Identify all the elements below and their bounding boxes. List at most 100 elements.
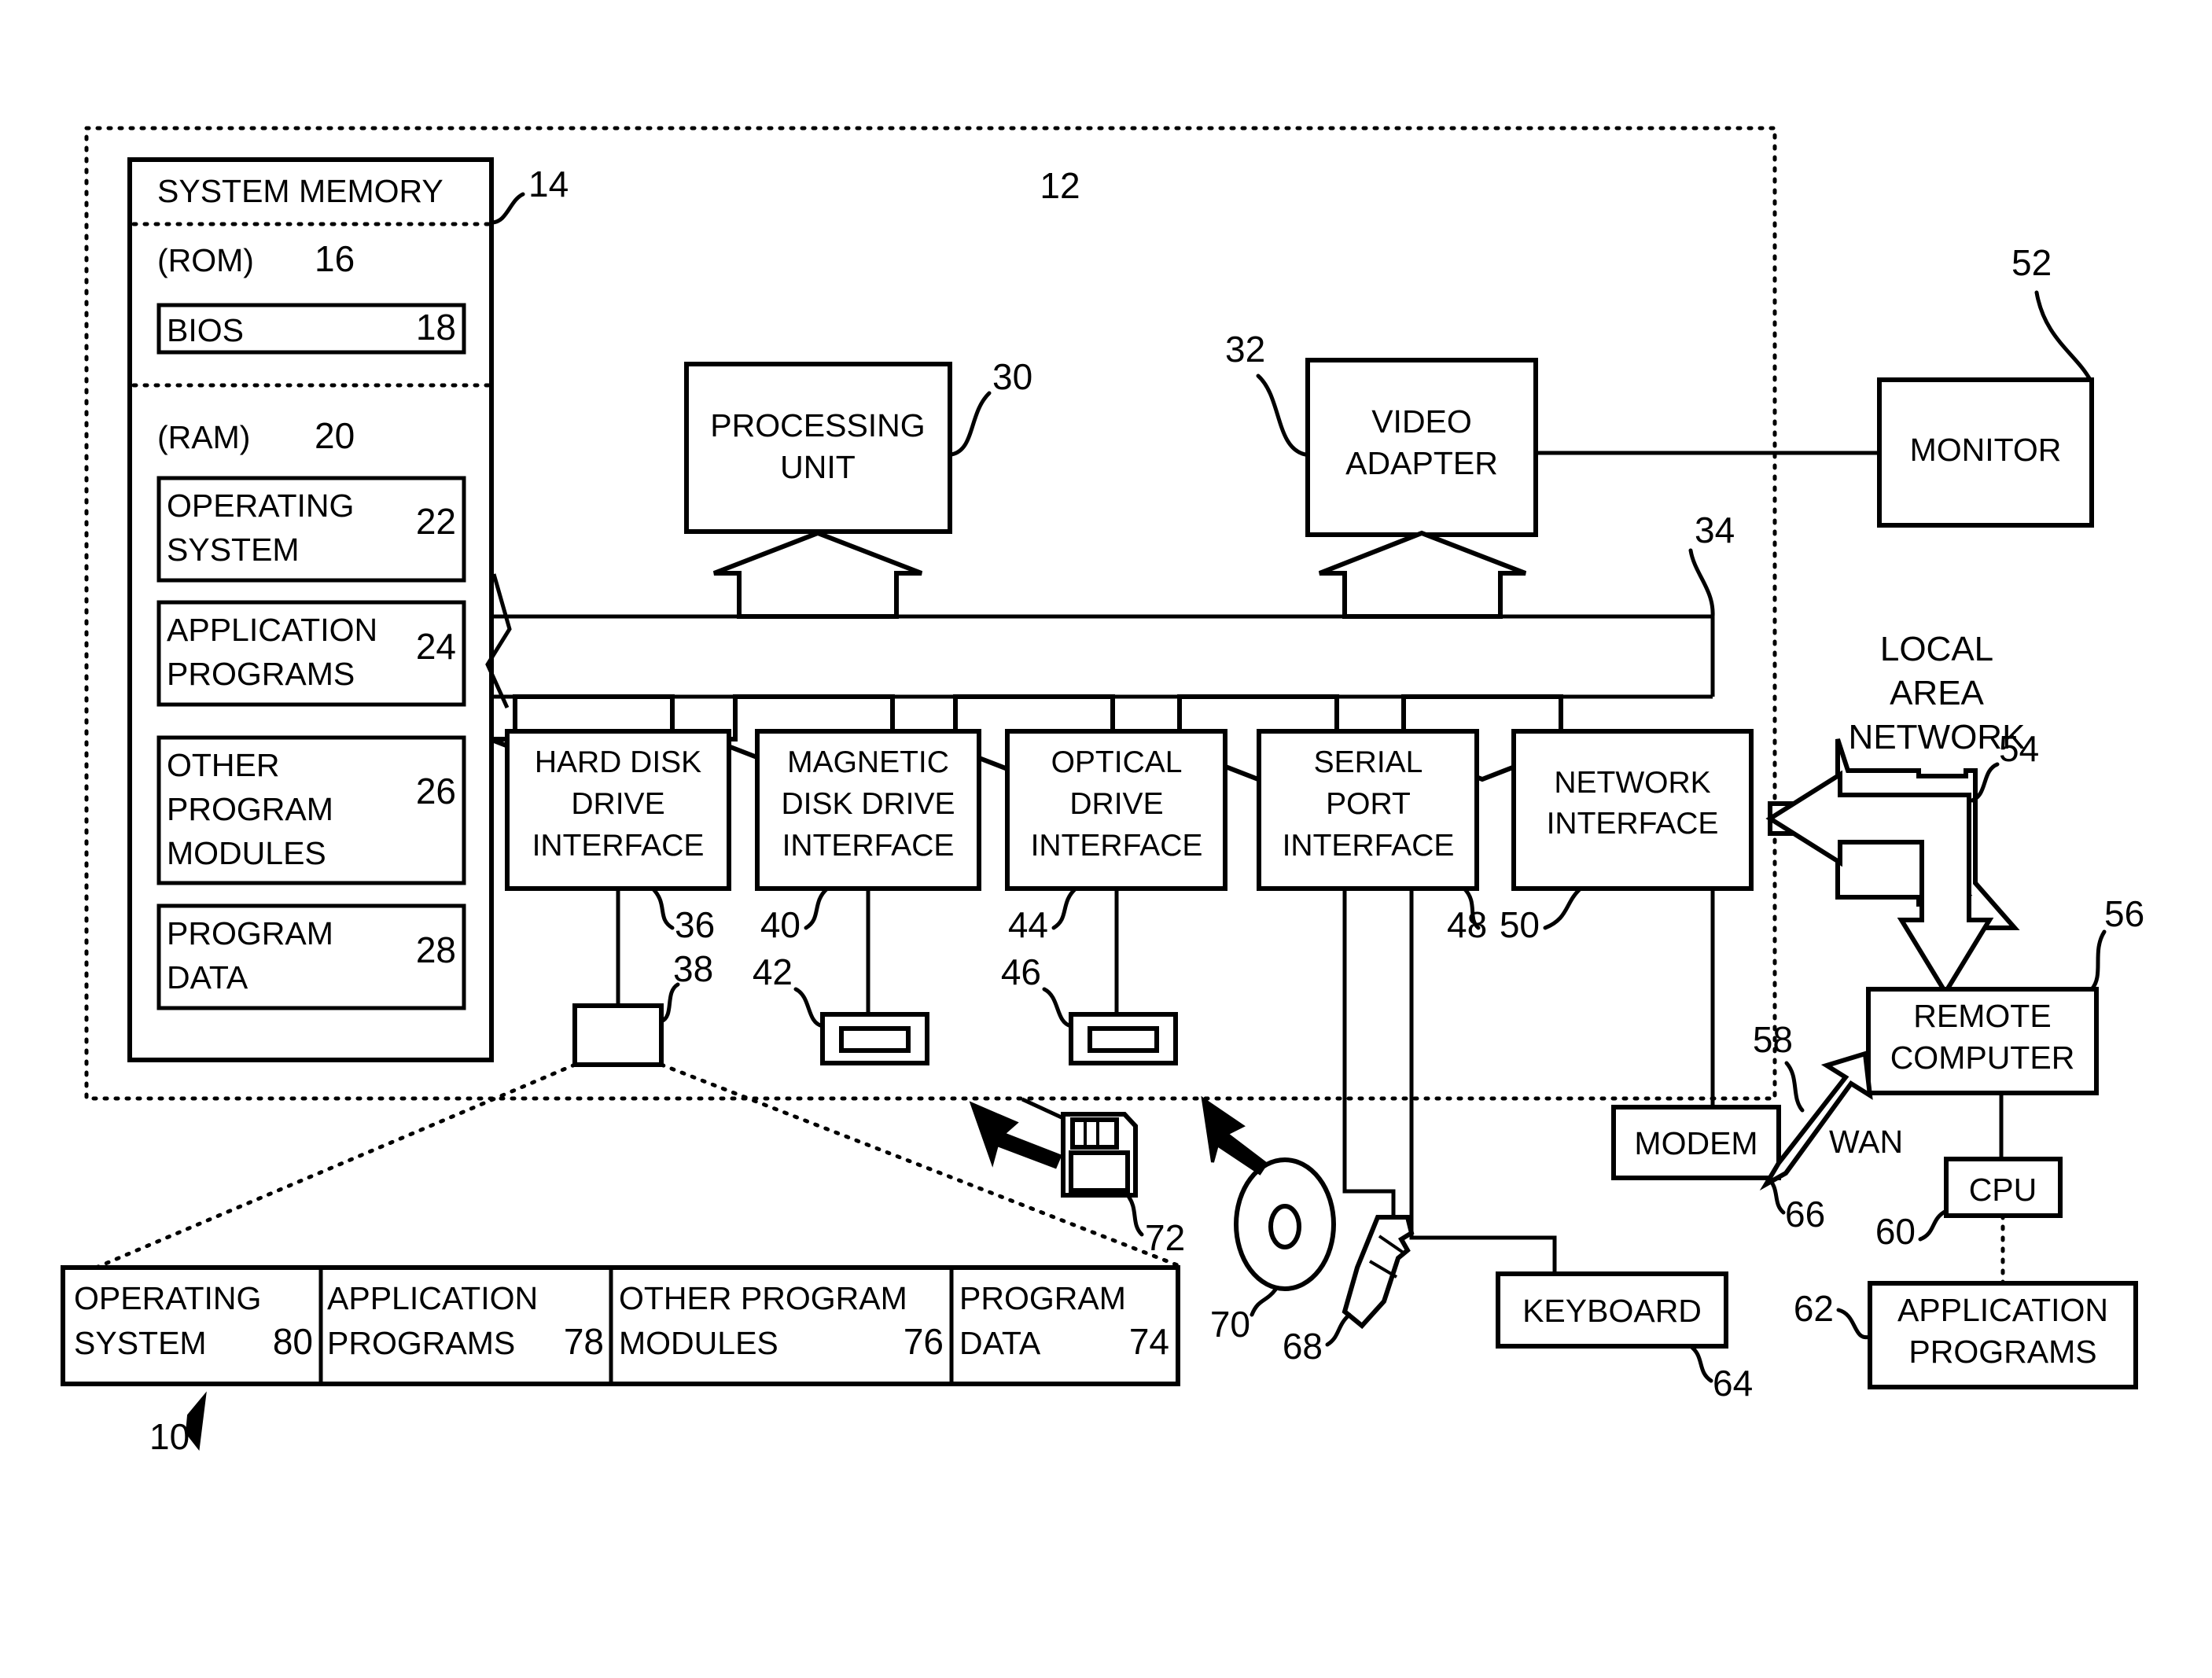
- leader-video-adapter: [1256, 374, 1308, 457]
- remote-computer-line2: COMPUTER: [1890, 1040, 2075, 1076]
- leader-processing-unit: [949, 391, 992, 457]
- memory-block-pd-ref: 28: [416, 929, 456, 970]
- system-memory-title: SYSTEM MEMORY: [157, 173, 444, 209]
- ref-fdd-interface: 40: [760, 904, 801, 945]
- wire-serial-to-mouse: [1342, 889, 1396, 1219]
- ref-magnetic-disk-drive: 42: [753, 951, 793, 992]
- hdd-interface-line1: HARD DISK: [535, 745, 701, 779]
- hdd-interface-line2: DRIVE: [571, 787, 664, 821]
- ref-bus: 34: [1695, 510, 1735, 550]
- floppy-disk-icon: [1061, 1112, 1138, 1198]
- remote-apps-line1: APPLICATION: [1897, 1292, 2108, 1328]
- ref-floppy-disk: 72: [1145, 1217, 1185, 1258]
- fdd-interface-line1: MAGNETIC: [787, 745, 949, 779]
- patent-figure-canvas: SYSTEM MEMORY (ROM) 16 BIOS 18 (RAM) 20 …: [0, 0, 2212, 1678]
- callout-line-left: [92, 1062, 577, 1271]
- ref-serial-interface: 48: [1447, 904, 1487, 945]
- storage-cell-opm-line1: OTHER PROGRAM: [619, 1280, 907, 1316]
- storage-cell-opm-ref: 76: [904, 1321, 944, 1362]
- memory-block-pd-line2: DATA: [167, 959, 248, 995]
- ref-hard-disk-drive: 38: [673, 948, 713, 989]
- lan-label-line1: LOCAL: [1880, 630, 1993, 668]
- leader-system-memory: [489, 192, 525, 225]
- memory-block-opm-line2: PROGRAM: [167, 791, 333, 827]
- video-adapter-line1: VIDEO: [1371, 403, 1472, 440]
- wire-network-to-modem: [1698, 889, 1715, 1109]
- leader-fdd-interface: [804, 886, 830, 930]
- ref-monitor: 52: [2011, 242, 2052, 283]
- arrow-floppy-to-drive: [969, 1101, 1062, 1169]
- ref-processing-unit: 30: [992, 356, 1032, 397]
- optical-drive-slot: [1088, 1026, 1159, 1053]
- ram-label: (RAM): [157, 419, 250, 455]
- memory-block-opm-line3: MODULES: [167, 835, 326, 871]
- video-adapter-line2: ADAPTER: [1345, 445, 1498, 481]
- fdd-interface-line3: INTERFACE: [782, 829, 955, 863]
- ref-video-adapter: 32: [1225, 329, 1265, 370]
- processing-unit-box: [684, 362, 952, 534]
- processing-unit-line2: UNIT: [780, 449, 856, 485]
- ref-network-interface: 50: [1500, 904, 1540, 945]
- memory-block-os-line1: OPERATING: [167, 488, 354, 524]
- memory-block-app-line2: PROGRAMS: [167, 656, 355, 692]
- leader-floppy-disk: [1125, 1193, 1144, 1237]
- memory-block-os-line2: SYSTEM: [167, 532, 300, 568]
- serial-interface-line2: PORT: [1326, 787, 1411, 821]
- memory-block-app-ref: 24: [416, 626, 456, 667]
- leader-cpu: [1918, 1209, 1949, 1242]
- leader-network-interface: [1543, 886, 1583, 930]
- ram-ref: 20: [315, 415, 355, 456]
- leader-bus: [1688, 548, 1715, 619]
- storage-cell-pd-line2: DATA: [959, 1325, 1041, 1361]
- mouse-icon: [1342, 1215, 1415, 1330]
- leader-monitor: [2034, 290, 2092, 382]
- figure-svg: SYSTEM MEMORY (ROM) 16 BIOS 18 (RAM) 20 …: [61, 126, 2144, 1457]
- ref-remote-computer: 56: [2104, 893, 2144, 934]
- bios-label: BIOS: [167, 312, 244, 348]
- ref-modem: 66: [1785, 1194, 1825, 1235]
- optical-disc-hole: [1268, 1204, 1301, 1249]
- fdd-interface-line2: DISK DRIVE: [781, 787, 955, 821]
- serial-interface-line3: INTERFACE: [1283, 829, 1455, 863]
- ref-system: 10: [149, 1416, 190, 1457]
- memory-block-pd-line1: PROGRAM: [167, 915, 333, 951]
- storage-cell-os-line1: OPERATING: [74, 1280, 261, 1316]
- hard-disk-drive-icon: [572, 1003, 664, 1067]
- leader-hard-disk-drive: [659, 982, 680, 1024]
- storage-cell-app-line2: PROGRAMS: [327, 1325, 515, 1361]
- network-interface-line2: INTERFACE: [1547, 807, 1719, 841]
- bios-ref: 18: [416, 307, 456, 348]
- bus-arrow-to-video-adapter: [1318, 530, 1527, 619]
- memory-block-opm-ref: 26: [416, 771, 456, 811]
- leader-optical-disc: [1250, 1287, 1278, 1317]
- leader-mouse: [1325, 1312, 1352, 1347]
- wire-serial-to-keyboard: [1409, 889, 1557, 1274]
- ref-hdd-interface: 36: [675, 904, 715, 945]
- network-interface-line1: NETWORK: [1554, 766, 1710, 800]
- leader-wan: [1784, 1061, 1805, 1113]
- ref-cpu: 60: [1875, 1211, 1916, 1252]
- storage-cell-pd-ref: 74: [1129, 1321, 1169, 1362]
- ref-lan: 54: [1999, 728, 2039, 769]
- ref-remote-apps: 62: [1794, 1288, 1834, 1329]
- rom-label: (ROM): [157, 242, 254, 278]
- ref-keyboard: 64: [1713, 1363, 1753, 1404]
- optical-interface-line1: OPTICAL: [1051, 745, 1183, 779]
- monitor-label: MONITOR: [1910, 432, 2062, 468]
- ref-optical-interface: 44: [1008, 904, 1048, 945]
- memory-block-os-ref: 22: [416, 501, 456, 542]
- memory-block-app-line1: APPLICATION: [167, 612, 377, 648]
- modem-label: MODEM: [1634, 1125, 1757, 1161]
- ref-optical-drive: 46: [1001, 951, 1041, 992]
- wire-floppy-leader-stub: [1021, 1097, 1065, 1121]
- storage-cell-opm-line2: MODULES: [619, 1325, 778, 1361]
- leader-hdd-interface: [650, 886, 675, 930]
- leader-keyboard: [1688, 1344, 1713, 1383]
- remote-apps-line2: PROGRAMS: [1908, 1334, 2096, 1370]
- optical-interface-line2: DRIVE: [1069, 787, 1163, 821]
- leader-optical-interface: [1051, 886, 1078, 930]
- storage-cell-app-ref: 78: [564, 1321, 604, 1362]
- ref-mouse: 68: [1283, 1326, 1323, 1367]
- leader-optical-drive: [1042, 987, 1073, 1029]
- keyboard-label: KEYBOARD: [1522, 1293, 1702, 1329]
